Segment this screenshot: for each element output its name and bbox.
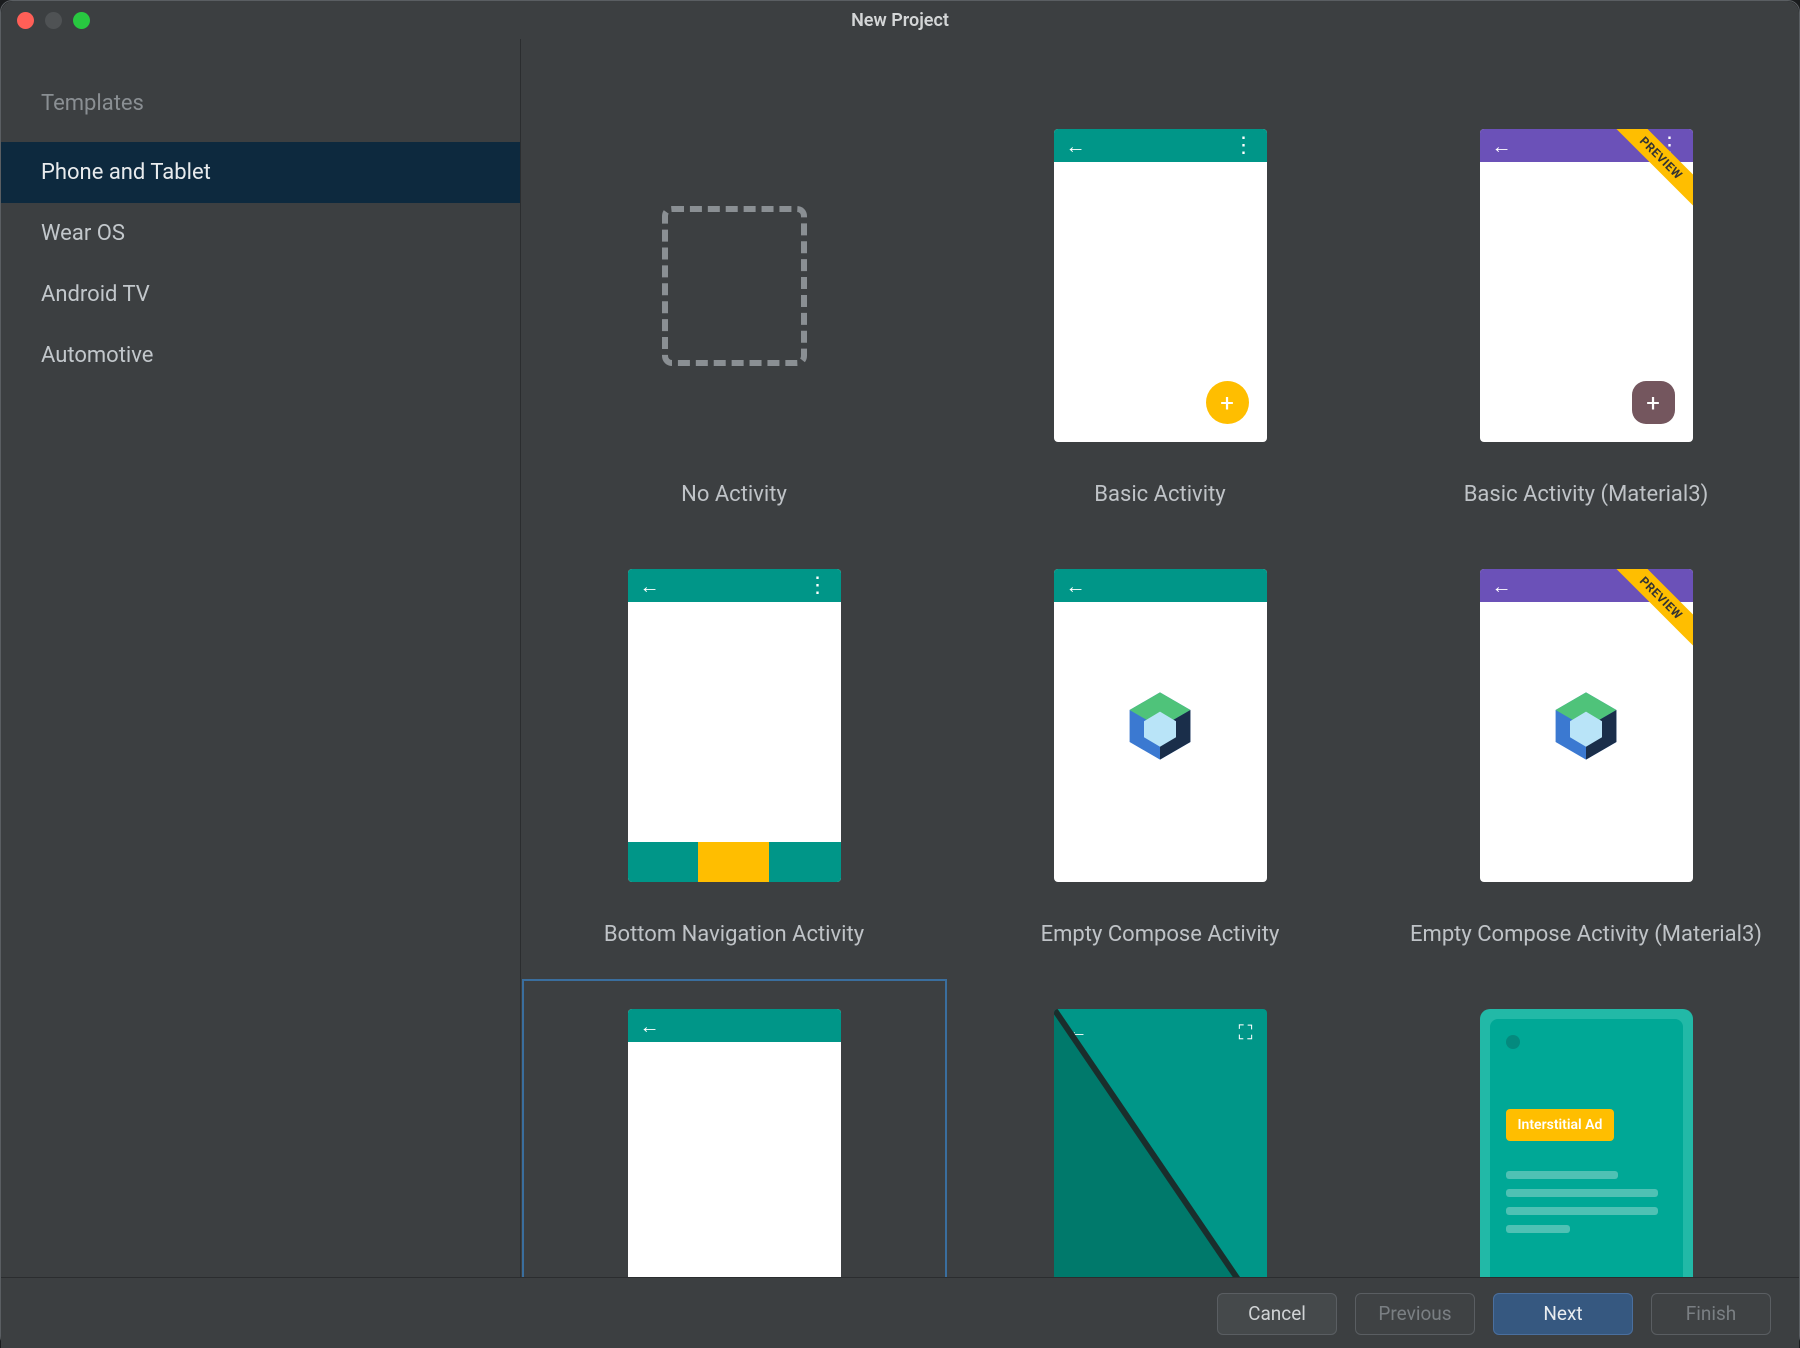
template-label: Basic Activity (Material3) <box>1464 482 1709 507</box>
sidebar-item-label: Android TV <box>41 282 150 307</box>
sidebar-item-android-tv[interactable]: Android TV <box>1 264 520 325</box>
window-title: New Project <box>1 10 1799 31</box>
sidebar: Templates Phone and Tablet Wear OS Andro… <box>1 39 521 1277</box>
appbar: ← <box>628 1009 841 1042</box>
ad-button-label: Interstitial Ad <box>1506 1109 1615 1141</box>
sidebar-item-automotive[interactable]: Automotive <box>1 325 520 386</box>
template-thumbnail <box>628 129 841 442</box>
template-thumbnail: ← <box>628 1009 841 1277</box>
diagonal-divider <box>1054 1009 1267 1277</box>
cancel-button[interactable]: Cancel <box>1217 1293 1337 1335</box>
back-arrow-icon: ← <box>640 1016 660 1036</box>
next-button[interactable]: Next <box>1493 1293 1633 1335</box>
template-thumbnail: ← ⋮ PREVIEW + <box>1480 129 1693 442</box>
minimize-icon[interactable] <box>45 12 62 29</box>
template-thumbnail: ← <box>1054 569 1267 882</box>
template-empty-compose-m3[interactable]: ← PREVIEW Empty Compose Activity (Materi… <box>1374 539 1799 976</box>
appbar: ← <box>1054 569 1267 602</box>
template-thumbnail: ← ⋮ + <box>1054 129 1267 442</box>
template-basic-activity[interactable]: ← ⋮ + Basic Activity <box>948 99 1373 536</box>
sidebar-item-phone-tablet[interactable]: Phone and Tablet <box>1 142 520 203</box>
template-label: No Activity <box>681 482 787 507</box>
sidebar-item-label: Automotive <box>41 343 153 368</box>
template-empty-activity[interactable]: ← Empty Activity <box>522 979 947 1277</box>
appbar: ← ⋮ <box>1054 129 1267 162</box>
template-label: Empty Compose Activity <box>1041 922 1280 947</box>
window-controls <box>1 12 90 29</box>
back-arrow-icon: ← <box>1492 576 1512 596</box>
empty-placeholder-icon <box>662 206 807 366</box>
back-arrow-icon: ← <box>1492 136 1512 156</box>
sidebar-header: Templates <box>1 79 520 142</box>
template-admob-ads[interactable]: Interstitial Ad Google AdMob Ads Activit… <box>1374 979 1799 1277</box>
template-label: Bottom Navigation Activity <box>604 922 864 947</box>
finish-button[interactable]: Finish <box>1651 1293 1771 1335</box>
template-label: Empty Compose Activity (Material3) <box>1410 922 1762 947</box>
template-basic-activity-m3[interactable]: ← ⋮ PREVIEW + Basic Activity (Material3) <box>1374 99 1799 536</box>
bottom-nav-bar <box>628 842 841 882</box>
compose-logo-icon <box>1546 686 1626 766</box>
back-arrow-icon: ← <box>1066 136 1086 156</box>
template-grid: No Activity ← ⋮ + Basic Activity ← <box>521 39 1799 1277</box>
maximize-icon[interactable] <box>73 12 90 29</box>
overflow-menu-icon: ⋮ <box>807 575 829 597</box>
compose-logo-icon <box>1120 686 1200 766</box>
sidebar-item-label: Wear OS <box>41 221 125 246</box>
template-thumbnail: ← PREVIEW <box>1480 569 1693 882</box>
template-empty-compose[interactable]: ← Empty Compose Activity <box>948 539 1373 976</box>
sidebar-item-label: Phone and Tablet <box>41 160 211 185</box>
overflow-menu-icon: ⋮ <box>1233 135 1255 157</box>
template-fullscreen-activity[interactable]: ← ⛶ Fullscreen Activity <box>948 979 1373 1277</box>
template-no-activity[interactable]: No Activity <box>522 99 947 536</box>
fab-icon: + <box>1206 381 1249 424</box>
template-thumbnail: ← ⋮ <box>628 569 841 882</box>
fab-icon: + <box>1632 381 1675 424</box>
template-bottom-navigation[interactable]: ← ⋮ Bottom Navigation Activity <box>522 539 947 976</box>
titlebar: New Project <box>1 1 1799 39</box>
back-arrow-icon: ← <box>1066 576 1086 596</box>
template-thumbnail: ← ⛶ <box>1054 1009 1267 1277</box>
previous-button[interactable]: Previous <box>1355 1293 1475 1335</box>
template-label: Basic Activity <box>1094 482 1225 507</box>
status-dot-icon <box>1506 1035 1520 1049</box>
back-arrow-icon: ← <box>640 576 660 596</box>
sidebar-item-wear-os[interactable]: Wear OS <box>1 203 520 264</box>
template-thumbnail: Interstitial Ad <box>1480 1009 1693 1277</box>
footer: Cancel Previous Next Finish <box>1 1277 1799 1348</box>
preview-ribbon: PREVIEW <box>1608 129 1693 214</box>
close-icon[interactable] <box>17 12 34 29</box>
preview-ribbon: PREVIEW <box>1608 569 1693 654</box>
appbar: ← ⋮ <box>628 569 841 602</box>
